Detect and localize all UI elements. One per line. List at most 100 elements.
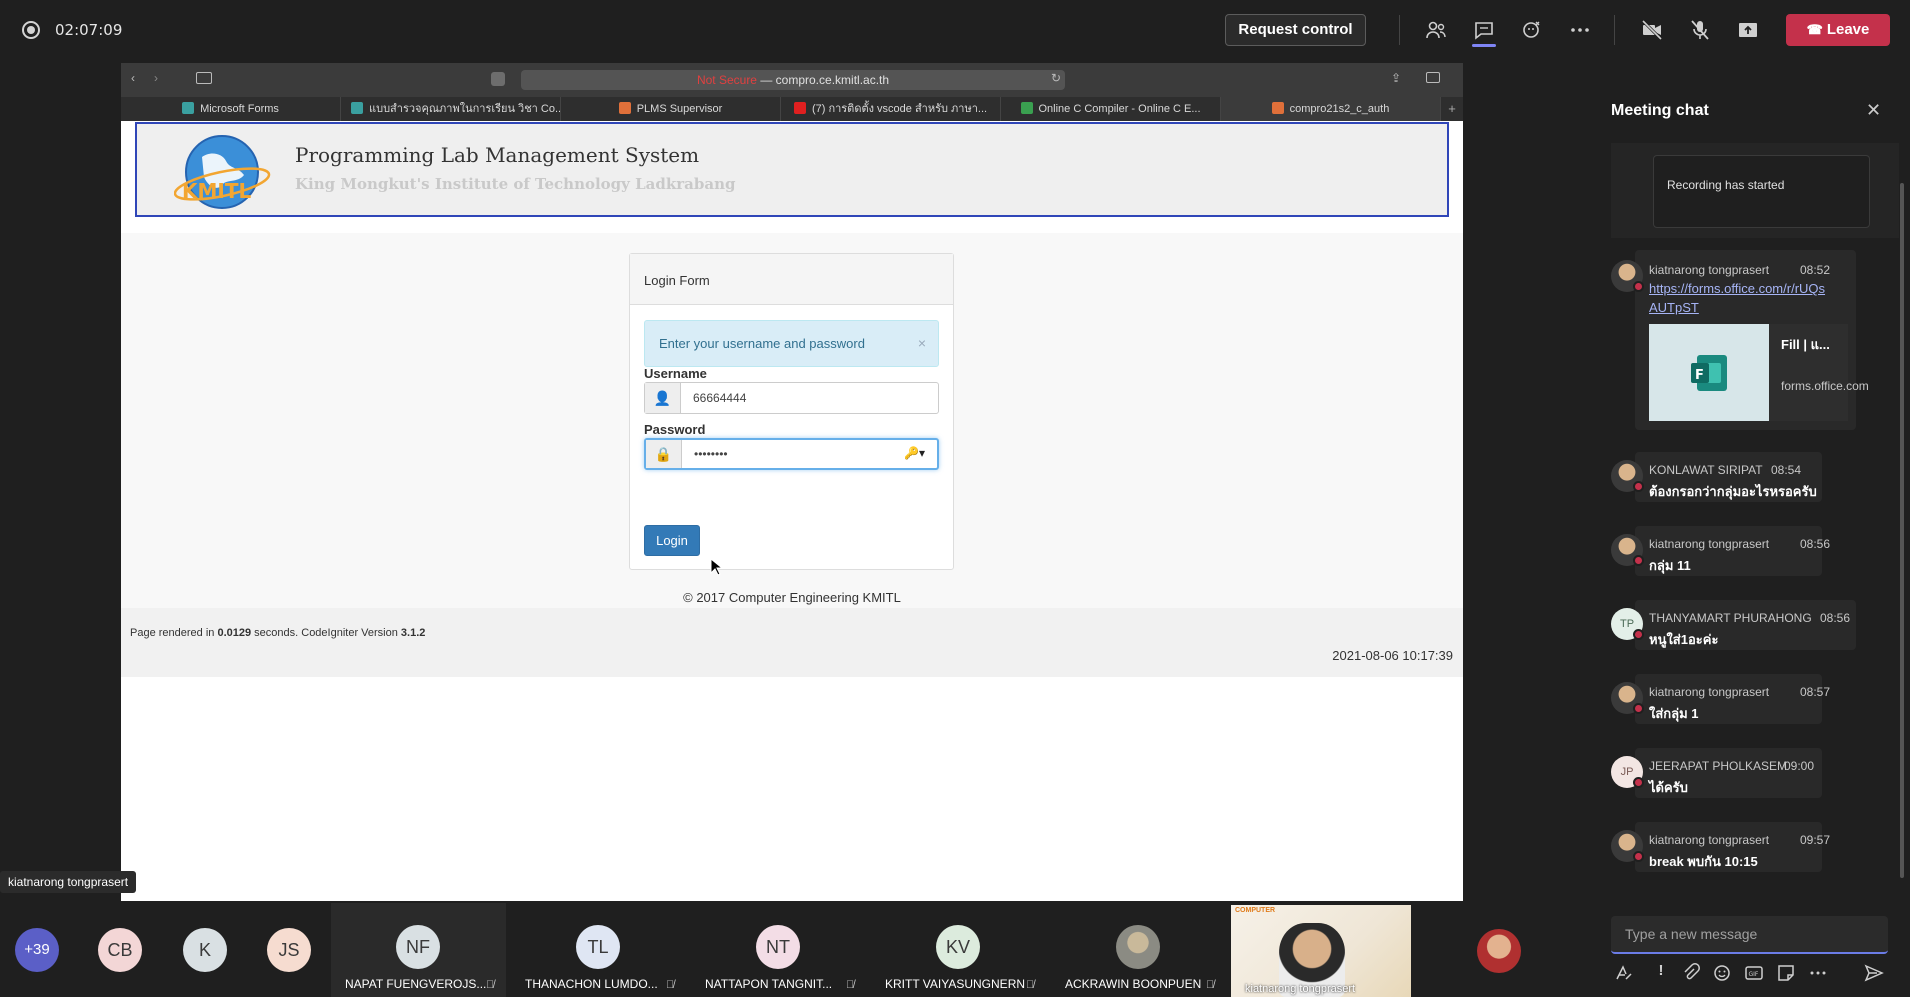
chat-scrollbar[interactable] [1900, 183, 1904, 878]
link-preview-card[interactable]: F Fill | แ... forms.office.com [1649, 324, 1869, 421]
reload-icon[interactable]: ↻ [1051, 71, 1061, 85]
password-field[interactable]: 🔒 •••••••• 🔑▾ [644, 438, 939, 470]
tab-youtube[interactable]: (7) การติดตั้ง vscode สำหรับ ภาษา... [781, 97, 1001, 121]
message-time: 08:54 [1771, 463, 1802, 477]
toolbar-divider [1399, 15, 1400, 45]
tab-compro-auth[interactable]: compro21s2_c_auth [1221, 97, 1441, 121]
share-screen-icon[interactable] [1736, 18, 1760, 42]
sidebar-toggle-icon[interactable] [196, 72, 212, 84]
participant-tile[interactable]: TL THANACHON LUMDO... 🎙̸ [511, 903, 686, 997]
message-text: break พบกัน 10:15 [1649, 854, 1758, 869]
mic-off-icon: 🎙̸ [1026, 979, 1035, 991]
user-icon: 👤 [645, 383, 681, 413]
more-compose-options-icon[interactable] [1808, 963, 1828, 983]
avatar: KV [936, 925, 980, 969]
send-icon[interactable] [1864, 963, 1884, 983]
forward-icon[interactable]: › [154, 71, 158, 85]
participant-name: NAPAT FUENGVEROJS... [345, 977, 487, 991]
participant-name: kiatnarong tongprasert [1245, 983, 1356, 995]
tab-label: แบบสำรวจคุณภาพในการเรียน วิชา Co... [369, 103, 561, 115]
status-dot [1633, 629, 1644, 640]
people-icon[interactable] [1424, 18, 1448, 42]
request-control-button[interactable]: Request control [1225, 14, 1366, 46]
password-value: •••••••• [694, 447, 728, 461]
tab-plms-supervisor[interactable]: PLMS Supervisor [561, 97, 781, 121]
new-tab-icon[interactable]: + [1441, 97, 1463, 121]
password-label: Password [644, 422, 706, 437]
message-time: 08:52 [1800, 263, 1831, 277]
avatar: CB [98, 928, 142, 972]
browser-tabs: Microsoft Forms แบบสำรวจคุณภาพในการเรียน… [121, 97, 1463, 121]
tabs-overview-icon[interactable] [1426, 72, 1440, 83]
login-form: Login Form Enter your username and passw… [629, 253, 954, 570]
mic-off-icon[interactable] [1688, 18, 1712, 42]
chat-title: Meeting chat [1611, 102, 1709, 119]
plms-header: KMITL Programming Lab Management System … [135, 122, 1449, 217]
tab-online-c-compiler[interactable]: Online C Compiler - Online C E... [1001, 97, 1221, 121]
format-icon[interactable] [1614, 963, 1634, 983]
sticker-icon[interactable] [1776, 963, 1796, 983]
share-icon[interactable]: ⇪ [1391, 71, 1401, 85]
gif-icon[interactable]: GIF [1744, 963, 1764, 983]
svg-text:F: F [1695, 368, 1704, 383]
participant-tile[interactable]: NF NAPAT FUENGVEROJS... 🎙̸ [331, 903, 506, 997]
mouse-cursor-icon [710, 558, 722, 576]
forms-favicon-icon [182, 102, 195, 114]
address-separator: — [760, 73, 776, 87]
kmitl-logo: KMITL [174, 135, 271, 209]
shield-icon[interactable] [491, 72, 505, 86]
tab-label: (7) การติดตั้ง vscode สำหรับ ภาษา... [811, 103, 988, 115]
tab-label: Microsoft Forms [200, 103, 279, 115]
participant-tile[interactable]: NT NATTAPON TANGNIT... 🎙̸ [691, 903, 866, 997]
message-text: หนูใส่1อะค่ะ [1649, 632, 1719, 647]
login-button[interactable]: Login [644, 525, 700, 556]
important-icon[interactable]: ! [1651, 962, 1671, 982]
hang-up-icon: ☎ [1806, 22, 1823, 37]
render-info-time: 0.0129 [217, 627, 252, 639]
attach-icon[interactable] [1681, 963, 1701, 983]
tab-survey[interactable]: แบบสำรวจคุณภาพในการเรียน วิชา Co... [341, 97, 561, 121]
avatar: JS [267, 928, 311, 972]
avatar: NT [756, 925, 800, 969]
username-field[interactable]: 👤 66664444 [644, 382, 939, 414]
tab-label: PLMS Supervisor [636, 103, 723, 115]
message-link[interactable]: https://forms.office.com/r/rUQsAUTpST [1649, 279, 1827, 317]
close-icon[interactable]: ✕ [1866, 100, 1881, 121]
address-bar[interactable]: Not Secure — compro.ce.kmitl.ac.th [521, 70, 1065, 90]
meeting-toolbar: 02:07:09 Request control ☎ Leave [0, 0, 1910, 60]
back-icon[interactable]: ‹ [131, 71, 135, 85]
message-compose-input[interactable]: Type a new message [1611, 916, 1888, 954]
presenter-video-tile[interactable]: COMPUTER kiatnarong tongprasert [1231, 905, 1411, 997]
leave-button[interactable]: ☎ Leave [1786, 14, 1890, 46]
close-icon[interactable]: × [918, 335, 926, 351]
message-text: กลุ่ม 11 [1649, 558, 1691, 573]
password-key-icon[interactable]: 🔑▾ [904, 446, 925, 460]
tab-microsoft-forms[interactable]: Microsoft Forms [121, 97, 341, 121]
chat-icon[interactable] [1472, 18, 1496, 42]
camera-off-icon[interactable] [1640, 18, 1664, 42]
link-card-domain: forms.office.com [1781, 379, 1869, 393]
emoji-icon[interactable] [1712, 963, 1732, 983]
message-sender: kiatnarong tongprasert [1649, 537, 1770, 551]
message-time: 08:56 [1800, 537, 1831, 551]
more-options-icon[interactable] [1568, 18, 1592, 42]
message-time: 09:57 [1800, 833, 1831, 847]
participant-tile[interactable]: KV KRITT VAIYASUNGNERN 🎙̸ [871, 903, 1046, 997]
link-thumbnail: F [1649, 324, 1769, 421]
plms-subtitle: King Mongkut's Institute of Technology L… [295, 175, 736, 193]
youtube-favicon-icon [793, 102, 806, 114]
not-secure-label: Not Secure [696, 73, 757, 87]
avatar: NF [396, 925, 440, 969]
participant-tile[interactable]: ACKRAWIN BOONPUEN 🎙̸ [1051, 903, 1226, 997]
reactions-icon[interactable] [1520, 18, 1544, 42]
message-sender: KONLAWAT SIRIPAT [1649, 463, 1763, 477]
username-value: 66664444 [693, 391, 747, 405]
mic-off-icon: 🎙̸ [486, 979, 495, 991]
message-text: ใส่กลุ่ม 1 [1649, 706, 1699, 721]
chat-active-indicator [1472, 44, 1496, 47]
status-dot [1633, 481, 1644, 492]
system-message: Recording has started [1611, 143, 1899, 238]
message-sender: kiatnarong tongprasert [1649, 685, 1770, 699]
more-participants-button[interactable]: +39 [15, 928, 59, 972]
browser-toolbar: ‹ › Not Secure — compro.ce.kmitl.ac.th ↻… [121, 63, 1463, 97]
